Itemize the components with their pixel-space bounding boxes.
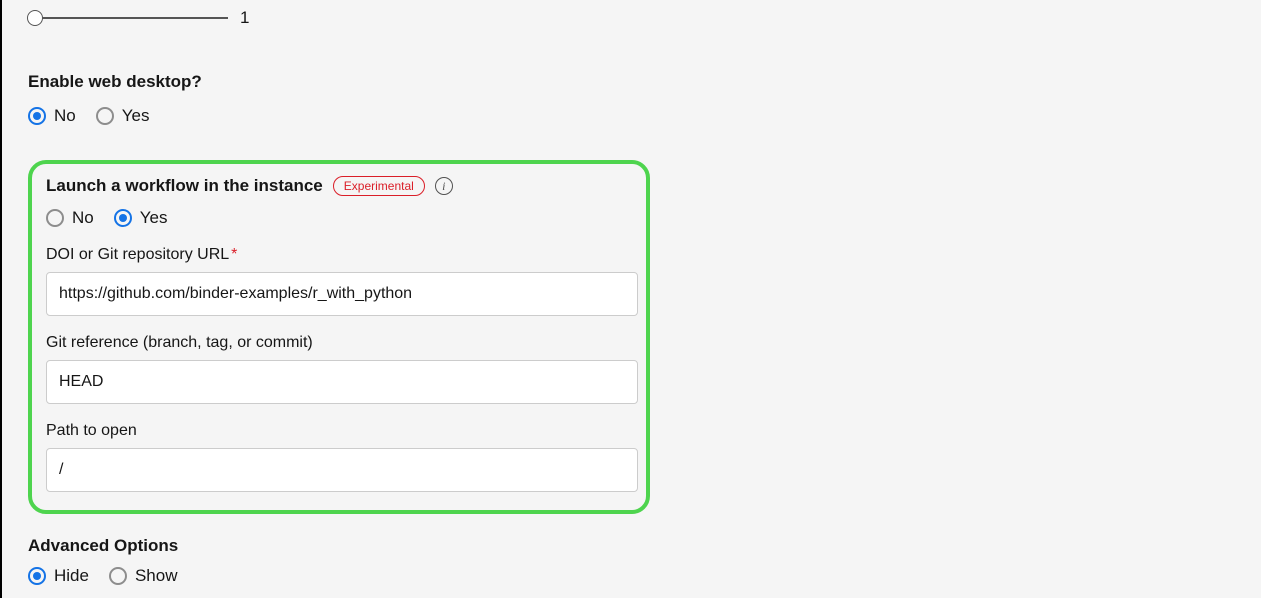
workflow-radio-group: No Yes [46, 208, 632, 228]
info-icon[interactable]: i [435, 177, 453, 195]
radio-unchecked-icon [109, 567, 127, 585]
radio-label: No [54, 106, 76, 126]
doi-label: DOI or Git repository URL* [46, 246, 632, 264]
advanced-options-title: Advanced Options [28, 536, 1261, 556]
slider-row: 1 [28, 8, 1261, 28]
slider-track[interactable] [28, 17, 228, 19]
advanced-show-radio[interactable]: Show [109, 566, 178, 586]
radio-label: Yes [140, 208, 168, 228]
radio-unchecked-icon [46, 209, 64, 227]
advanced-hide-radio[interactable]: Hide [28, 566, 89, 586]
web-desktop-yes-radio[interactable]: Yes [96, 106, 150, 126]
path-input[interactable] [46, 448, 638, 492]
experimental-badge: Experimental [333, 176, 425, 196]
radio-label: Show [135, 566, 178, 586]
workflow-title: Launch a workflow in the instance [46, 176, 323, 196]
radio-checked-icon [28, 107, 46, 125]
web-desktop-no-radio[interactable]: No [28, 106, 76, 126]
slider-value: 1 [240, 8, 249, 28]
doi-input[interactable] [46, 272, 638, 316]
workflow-yes-radio[interactable]: Yes [114, 208, 168, 228]
workflow-no-radio[interactable]: No [46, 208, 94, 228]
path-label: Path to open [46, 422, 632, 440]
web-desktop-radio-group: No Yes [28, 106, 1261, 126]
gitref-input[interactable] [46, 360, 638, 404]
gitref-label: Git reference (branch, tag, or commit) [46, 334, 632, 352]
radio-checked-icon [28, 567, 46, 585]
radio-checked-icon [114, 209, 132, 227]
required-asterisk: * [231, 246, 237, 263]
workflow-panel: Launch a workflow in the instance Experi… [28, 160, 650, 514]
radio-label: Hide [54, 566, 89, 586]
web-desktop-question: Enable web desktop? [28, 72, 1261, 92]
radio-unchecked-icon [96, 107, 114, 125]
radio-label: Yes [122, 106, 150, 126]
slider-thumb[interactable] [27, 10, 43, 26]
advanced-radio-group: Hide Show [28, 566, 1261, 586]
radio-label: No [72, 208, 94, 228]
